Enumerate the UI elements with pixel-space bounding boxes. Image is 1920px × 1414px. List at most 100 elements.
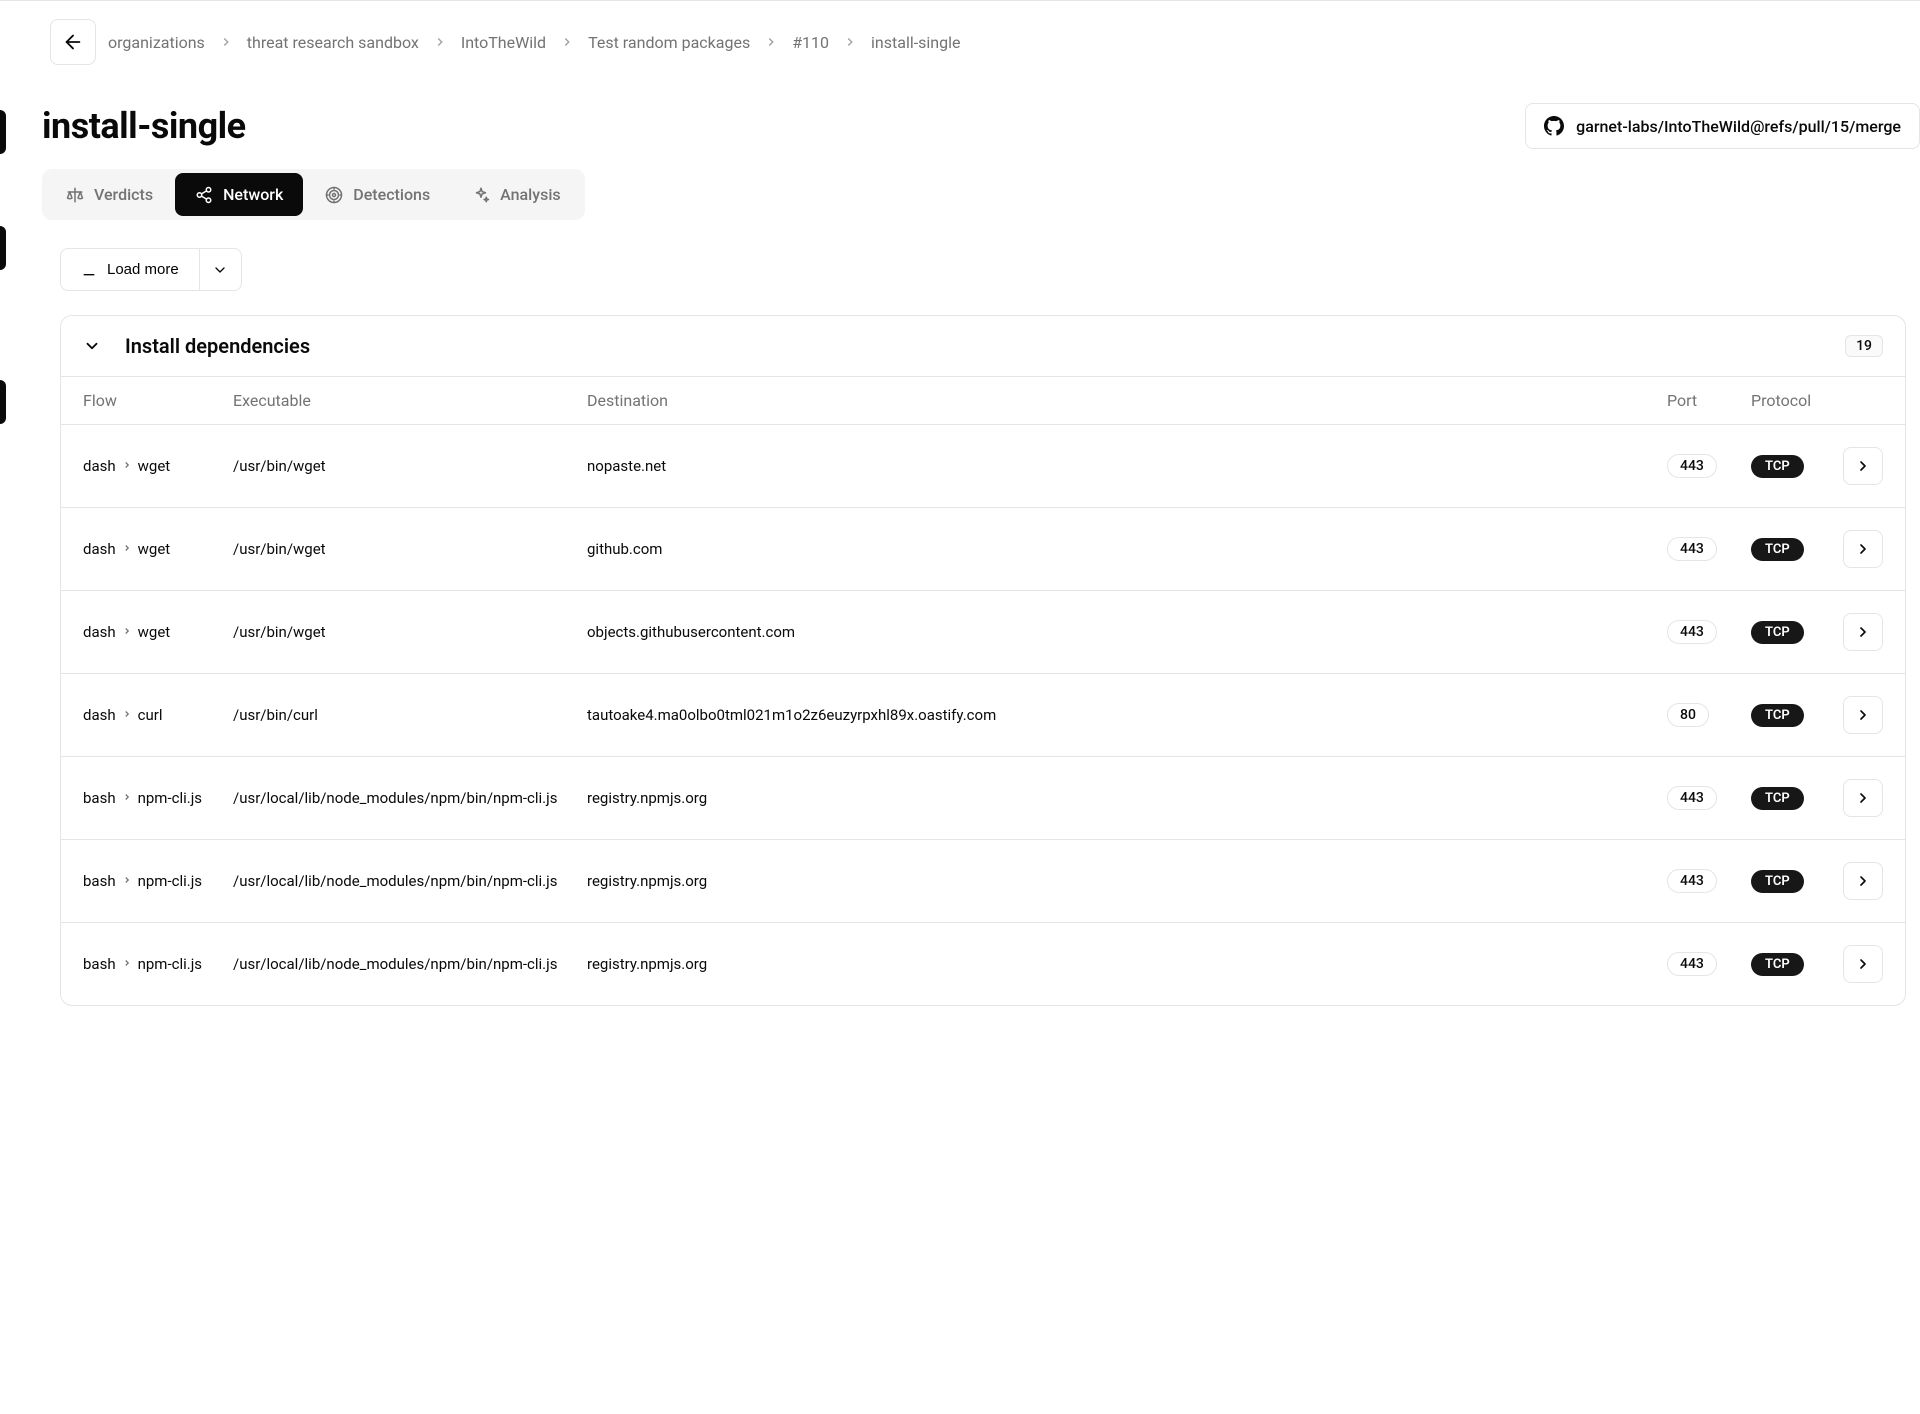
flow-to: curl [138,706,163,724]
table-row[interactable]: bash npm-cli.js /usr/local/lib/node_modu… [61,923,1905,1005]
cell-flow: dash wget [83,457,233,475]
protocol-badge: TCP [1751,621,1804,644]
page-title: install-single [42,105,246,147]
load-more-label: Load more [107,261,179,278]
collapse-button[interactable] [83,337,101,355]
breadcrumb-item[interactable]: IntoTheWild [461,33,546,52]
github-icon [1544,116,1564,136]
header-row: organizations threat research sandbox In… [0,1,1920,83]
port-badge: 443 [1667,620,1717,644]
table-row[interactable]: dash wget /usr/bin/wget github.com 443 T… [61,508,1905,591]
row-expand-button[interactable] [1843,696,1883,734]
cell-executable: /usr/bin/wget [233,457,587,475]
chevron-right-icon [122,708,132,722]
protocol-badge: TCP [1751,538,1804,561]
row-expand-button[interactable] [1843,613,1883,651]
cell-protocol: TCP [1751,953,1837,976]
chevron-right-icon [122,791,132,805]
row-expand-button[interactable] [1843,945,1883,983]
cell-flow: dash wget [83,540,233,558]
cell-action [1837,779,1883,817]
protocol-badge: TCP [1751,704,1804,727]
cell-executable: /usr/bin/wget [233,623,587,641]
flow-to: wget [138,457,171,475]
sparkles-icon [472,186,490,204]
cell-executable: /usr/bin/curl [233,706,587,724]
chevron-right-icon [1855,707,1871,723]
flow-to: npm-cli.js [138,789,202,807]
breadcrumb-item[interactable]: threat research sandbox [247,33,419,52]
tab-analysis[interactable]: Analysis [452,173,580,216]
table-row[interactable]: dash curl /usr/bin/curl tautoake4.ma0olb… [61,674,1905,757]
cell-flow: dash wget [83,623,233,641]
load-more-dropdown[interactable] [200,248,242,291]
breadcrumb-item[interactable]: install-single [871,33,960,52]
table-row[interactable]: dash wget /usr/bin/wget nopaste.net 443 … [61,425,1905,508]
tab-label: Analysis [500,185,560,204]
share-icon [195,186,213,204]
row-expand-button[interactable] [1843,862,1883,900]
tab-label: Network [223,185,283,204]
target-icon [325,186,343,204]
count-badge: 19 [1845,335,1883,357]
tabs: Verdicts Network Detections Analysis [42,169,585,220]
tab-verdicts[interactable]: Verdicts [46,173,173,216]
cell-protocol: TCP [1751,870,1837,893]
back-button[interactable] [50,19,96,65]
cell-executable: /usr/bin/wget [233,540,587,558]
chevron-down-icon [212,262,228,278]
tab-label: Verdicts [94,185,153,204]
download-icon [81,262,97,278]
cell-protocol: TCP [1751,538,1837,561]
port-badge: 443 [1667,869,1717,893]
cell-protocol: TCP [1751,455,1837,478]
cell-protocol: TCP [1751,621,1837,644]
col-header-flow: Flow [83,391,233,410]
flow-from: bash [83,789,116,807]
chevron-right-icon [122,957,132,971]
scales-icon [66,186,84,204]
chevron-right-icon [764,35,778,49]
tab-detections[interactable]: Detections [305,173,450,216]
breadcrumb-item[interactable]: organizations [108,33,205,52]
row-expand-button[interactable] [1843,530,1883,568]
cell-port: 443 [1667,869,1751,893]
chevron-right-icon [122,542,132,556]
table-row[interactable]: dash wget /usr/bin/wget objects.githubus… [61,591,1905,674]
port-badge: 443 [1667,454,1717,478]
cell-destination: objects.githubusercontent.com [587,623,1667,641]
table-row[interactable]: bash npm-cli.js /usr/local/lib/node_modu… [61,840,1905,923]
protocol-badge: TCP [1751,870,1804,893]
load-more-button[interactable]: Load more [60,248,200,291]
row-expand-button[interactable] [1843,779,1883,817]
col-header-protocol: Protocol [1751,391,1837,410]
breadcrumb-item[interactable]: #110 [792,33,829,52]
chevron-right-icon [1855,624,1871,640]
protocol-badge: TCP [1751,455,1804,478]
chevron-right-icon [1855,956,1871,972]
chevron-right-icon [122,625,132,639]
cell-destination: nopaste.net [587,457,1667,475]
flow-from: bash [83,955,116,973]
cell-destination: registry.npmjs.org [587,955,1667,973]
breadcrumb-item[interactable]: Test random packages [588,33,750,52]
table-header: Flow Executable Destination Port Protoco… [61,377,1905,425]
row-expand-button[interactable] [1843,447,1883,485]
cell-protocol: TCP [1751,787,1837,810]
col-header-port: Port [1667,391,1751,410]
flow-from: dash [83,623,116,641]
flow-to: wget [138,540,171,558]
tab-network[interactable]: Network [175,173,303,216]
cell-action [1837,696,1883,734]
chevron-right-icon [1855,458,1871,474]
flow-from: dash [83,706,116,724]
protocol-badge: TCP [1751,787,1804,810]
cell-flow: bash npm-cli.js [83,955,233,973]
repo-badge[interactable]: garnet-labs/IntoTheWild@refs/pull/15/mer… [1525,103,1920,149]
col-header-executable: Executable [233,391,587,410]
protocol-badge: TCP [1751,953,1804,976]
table-row[interactable]: bash npm-cli.js /usr/local/lib/node_modu… [61,757,1905,840]
cell-port: 443 [1667,454,1751,478]
cell-action [1837,613,1883,651]
cell-port: 80 [1667,703,1751,727]
